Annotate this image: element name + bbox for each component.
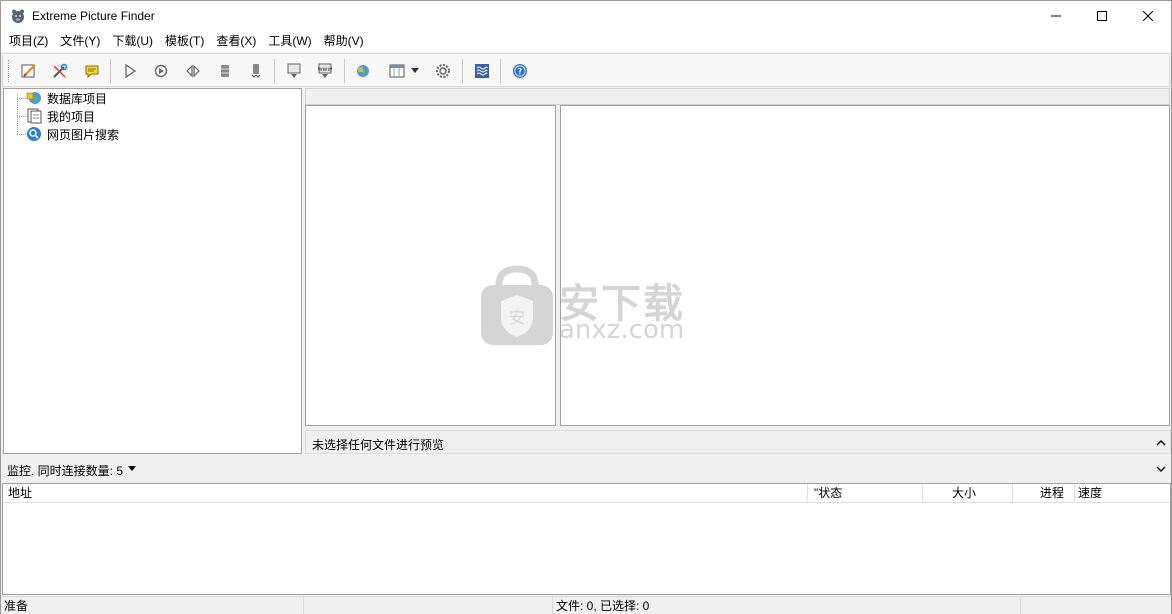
resume-icon[interactable] [181, 59, 205, 83]
svg-text:www: www [318, 66, 333, 73]
toolbar-separator [344, 59, 345, 83]
tree-connector [17, 134, 26, 135]
title-bar[interactable]: Extreme Picture Finder [1, 1, 1171, 31]
column-header-speed[interactable]: 速度 [1075, 484, 1170, 503]
menu-help[interactable]: 帮助(V) [318, 31, 370, 52]
menu-view[interactable]: 查看(X) [210, 31, 262, 52]
column-header-size[interactable]: 大小 [923, 484, 1013, 503]
watermark-shield-char: 安 [509, 308, 525, 327]
tree-connector [17, 116, 26, 117]
project-settings-icon[interactable] [48, 59, 72, 83]
menu-file[interactable]: 文件(Y) [54, 31, 106, 52]
status-ready: 准备 [1, 597, 304, 614]
comment-icon[interactable] [80, 59, 104, 83]
watermark: 安 安下载 anxz.com [479, 265, 699, 349]
menu-tools[interactable]: 工具(W) [262, 31, 317, 52]
toolbar-separator [274, 59, 275, 83]
watermark-shield-icon: 安 [481, 265, 553, 345]
menu-template[interactable]: 模板(T) [159, 31, 210, 52]
menu-project[interactable]: 项目(Z) [3, 31, 54, 52]
minimize-button[interactable] [1033, 1, 1079, 31]
status-bar: 准备 文件: 0, 已选择: 0 [1, 596, 1171, 614]
chevron-down-icon[interactable] [1154, 463, 1168, 475]
stop-icon[interactable] [213, 59, 237, 83]
list-header: 地址 "状态 大小 进程 速度 [3, 484, 1170, 503]
help-icon[interactable]: ? [508, 59, 532, 83]
svg-text:?: ? [518, 67, 523, 76]
download-list[interactable]: 地址 "状态 大小 进程 速度 [2, 483, 1171, 595]
preview-status-text: 未选择任何文件进行预览 [312, 438, 445, 452]
tree-node-database-projects[interactable]: 数据库项目 [26, 89, 107, 107]
start-icon[interactable] [118, 59, 142, 83]
toolbar: www ? [2, 53, 1170, 87]
web-search-icon[interactable] [351, 59, 375, 83]
toolbar-grip[interactable] [8, 60, 11, 82]
download-all-icon[interactable]: www [313, 59, 337, 83]
tree-node-my-projects[interactable]: 我的项目 [26, 107, 95, 125]
chevron-up-icon[interactable] [1154, 435, 1168, 449]
my-projects-icon [26, 108, 42, 124]
toolbar-separator [110, 59, 111, 83]
close-button[interactable] [1125, 1, 1171, 31]
status-pane-empty [304, 597, 553, 614]
tree-node-web-image-search[interactable]: 网页图片搜索 [26, 125, 119, 143]
menu-download[interactable]: 下载(U) [106, 31, 159, 52]
column-header-progress[interactable]: 进程 [1013, 484, 1075, 503]
tree-node-label: 我的项目 [47, 109, 96, 124]
preview-header-bar [305, 88, 1170, 105]
maximize-button[interactable] [1079, 1, 1125, 31]
monitor-bar: 监控. 同时连接数量: 5 [2, 457, 1171, 481]
tree-node-label: 网页图片搜索 [47, 127, 120, 142]
settings-gear-icon[interactable] [431, 59, 455, 83]
view-mode-dropdown-icon[interactable] [408, 59, 422, 83]
refresh-icon[interactable] [149, 59, 173, 83]
column-header-address[interactable]: 地址 [3, 484, 808, 503]
download-page-icon[interactable] [282, 59, 306, 83]
log-icon[interactable] [470, 59, 494, 83]
column-header-status[interactable]: "状态 [808, 484, 923, 503]
tree-connector [17, 98, 26, 99]
toolbar-separator [462, 59, 463, 83]
queue-icon[interactable] [244, 59, 268, 83]
status-file-count: 文件: 0, 已选择: 0 [553, 597, 1021, 614]
app-logo-icon [10, 8, 26, 24]
edit-project-icon[interactable] [17, 59, 41, 83]
window-title: Extreme Picture Finder [32, 9, 155, 23]
tree-node-label: 数据库项目 [47, 91, 108, 106]
project-tree[interactable]: 数据库项目 我的项目 网页图片搜索 [3, 88, 302, 454]
view-mode-icon[interactable] [385, 59, 409, 83]
preview-status-bar: 未选择任何文件进行预览 [305, 430, 1171, 454]
tree-connector [17, 95, 18, 134]
menu-bar: 项目(Z) 文件(Y) 下载(U) 模板(T) 查看(X) 工具(W) 帮助(V… [1, 31, 1171, 52]
status-pane-empty [1021, 597, 1171, 614]
database-globe-icon [26, 90, 42, 106]
watermark-text-en: anxz.com [559, 315, 685, 345]
app-window: Extreme Picture Finder 项目(Z) 文件(Y) 下载(U)… [0, 0, 1172, 614]
connections-dropdown-icon[interactable] [126, 463, 138, 475]
connection-monitor-label: 监控. 同时连接数量: 5 [7, 464, 124, 478]
toolbar-separator [500, 59, 501, 83]
web-image-search-icon [26, 126, 42, 142]
